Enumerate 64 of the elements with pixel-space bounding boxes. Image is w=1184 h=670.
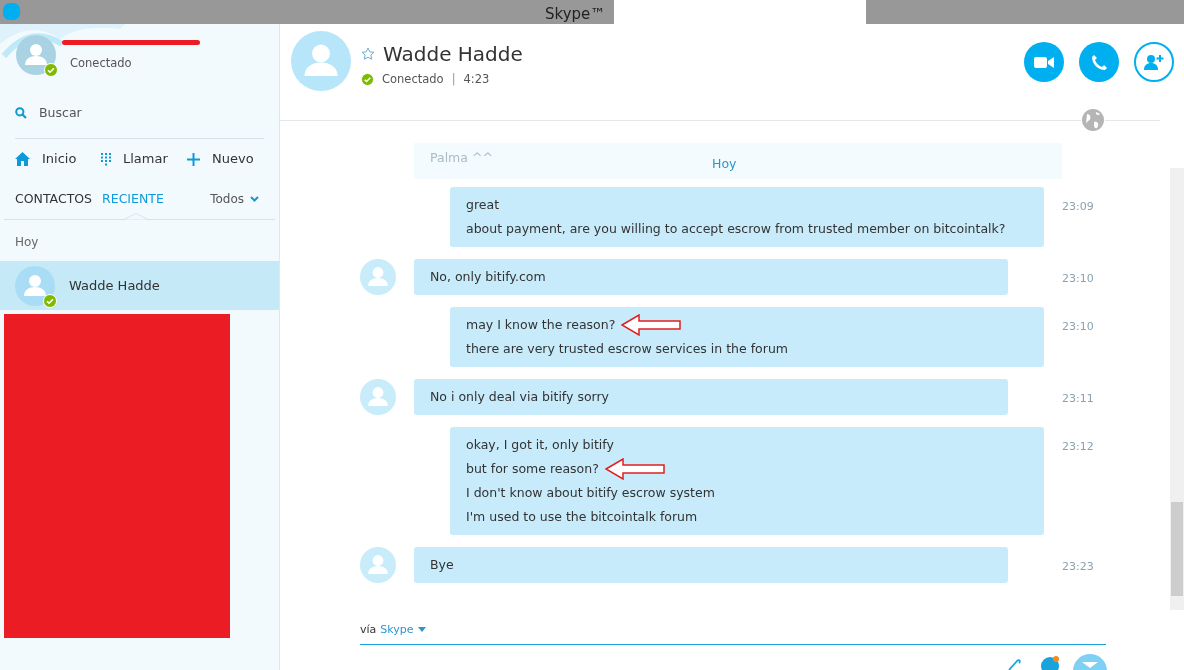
video-call-button[interactable] — [1024, 42, 1064, 82]
online-status-icon — [43, 293, 57, 308]
message-time: 23:09 — [1062, 199, 1094, 215]
search-icon — [15, 107, 27, 119]
filter-dropdown[interactable]: Todos — [210, 190, 259, 208]
add-contact-button[interactable] — [1134, 42, 1174, 82]
window-title: Skype™ — [545, 4, 606, 25]
search-field[interactable]: Buscar — [39, 103, 239, 123]
avatar-icon — [360, 259, 396, 295]
message-text: about payment, are you willing to accept escrow from trusted member on bitcointalk? — [466, 219, 1006, 238]
message-text: okay, I got it, only bitify — [466, 435, 614, 454]
message-time: 23:10 — [1062, 271, 1094, 287]
plus-icon — [187, 152, 200, 166]
send-button-icon[interactable] — [1073, 654, 1107, 670]
nav-button[interactable]: Llamar — [101, 149, 187, 169]
dialpad-icon — [101, 152, 111, 166]
caret-icon — [417, 627, 426, 633]
message-text: No, only bitify.com — [430, 267, 546, 286]
scrollbar-thumb[interactable] — [1171, 502, 1183, 596]
nav-button[interactable]: Inicio — [15, 149, 101, 169]
message-text: may I know the reason? — [466, 315, 616, 334]
contact-status: Conectado — [382, 71, 444, 88]
message-text: I'm used to use the bitcointalk forum — [466, 507, 698, 526]
scrollbar[interactable] — [1170, 168, 1184, 610]
sidebar-tab[interactable]: CONTACTOS — [15, 189, 93, 209]
online-status-icon — [44, 63, 58, 77]
contact-avatar-icon — [291, 31, 351, 91]
paperclip-icon[interactable] — [1007, 658, 1021, 670]
arrow-annotation-icon — [621, 314, 682, 336]
favorite-star-icon[interactable] — [361, 47, 375, 61]
home-icon — [15, 152, 30, 166]
contact-item[interactable]: Wadde Hadde — [0, 261, 279, 310]
contact-name: Wadde Hadde — [383, 41, 523, 68]
call-button[interactable] — [1079, 42, 1119, 82]
nav-button[interactable]: Nuevo — [187, 149, 273, 169]
message-text: No i only deal via bitify sorry — [430, 387, 610, 406]
avatar-icon — [360, 547, 396, 583]
profile-status: Conectado — [70, 54, 133, 72]
arrow-annotation-icon — [604, 458, 665, 480]
message-text: great — [466, 195, 500, 214]
app-logo-icon — [2, 2, 21, 21]
avatar-icon — [15, 265, 55, 306]
profile-avatar-icon — [16, 35, 56, 75]
phone-icon — [1090, 53, 1108, 71]
message-time: 23:12 — [1062, 439, 1094, 455]
globe-icon — [1081, 108, 1105, 132]
via-label: vía — [360, 621, 377, 638]
message-text: but for some reason? — [466, 459, 599, 478]
message-time: 23:23 — [1062, 559, 1094, 575]
message-text: I don't know about bitify escrow system — [466, 483, 715, 502]
separator: | — [451, 71, 456, 88]
group-label: Hoy — [14, 234, 39, 251]
message-text: Bye — [430, 555, 454, 574]
message-time: 23:10 — [1062, 319, 1094, 335]
day-separator: Hoy — [712, 155, 737, 173]
emoticon-icon[interactable] — [1041, 656, 1059, 670]
call-duration: 4:23 — [463, 71, 490, 88]
add-person-icon — [1143, 54, 1165, 70]
chevron-down-icon — [250, 196, 259, 202]
video-camera-icon — [1034, 55, 1054, 69]
online-status-icon — [361, 73, 374, 87]
message-time: 23:11 — [1062, 391, 1094, 407]
avatar-icon — [360, 379, 396, 415]
message-text: there are very trusted escrow services in the forum — [466, 339, 788, 358]
